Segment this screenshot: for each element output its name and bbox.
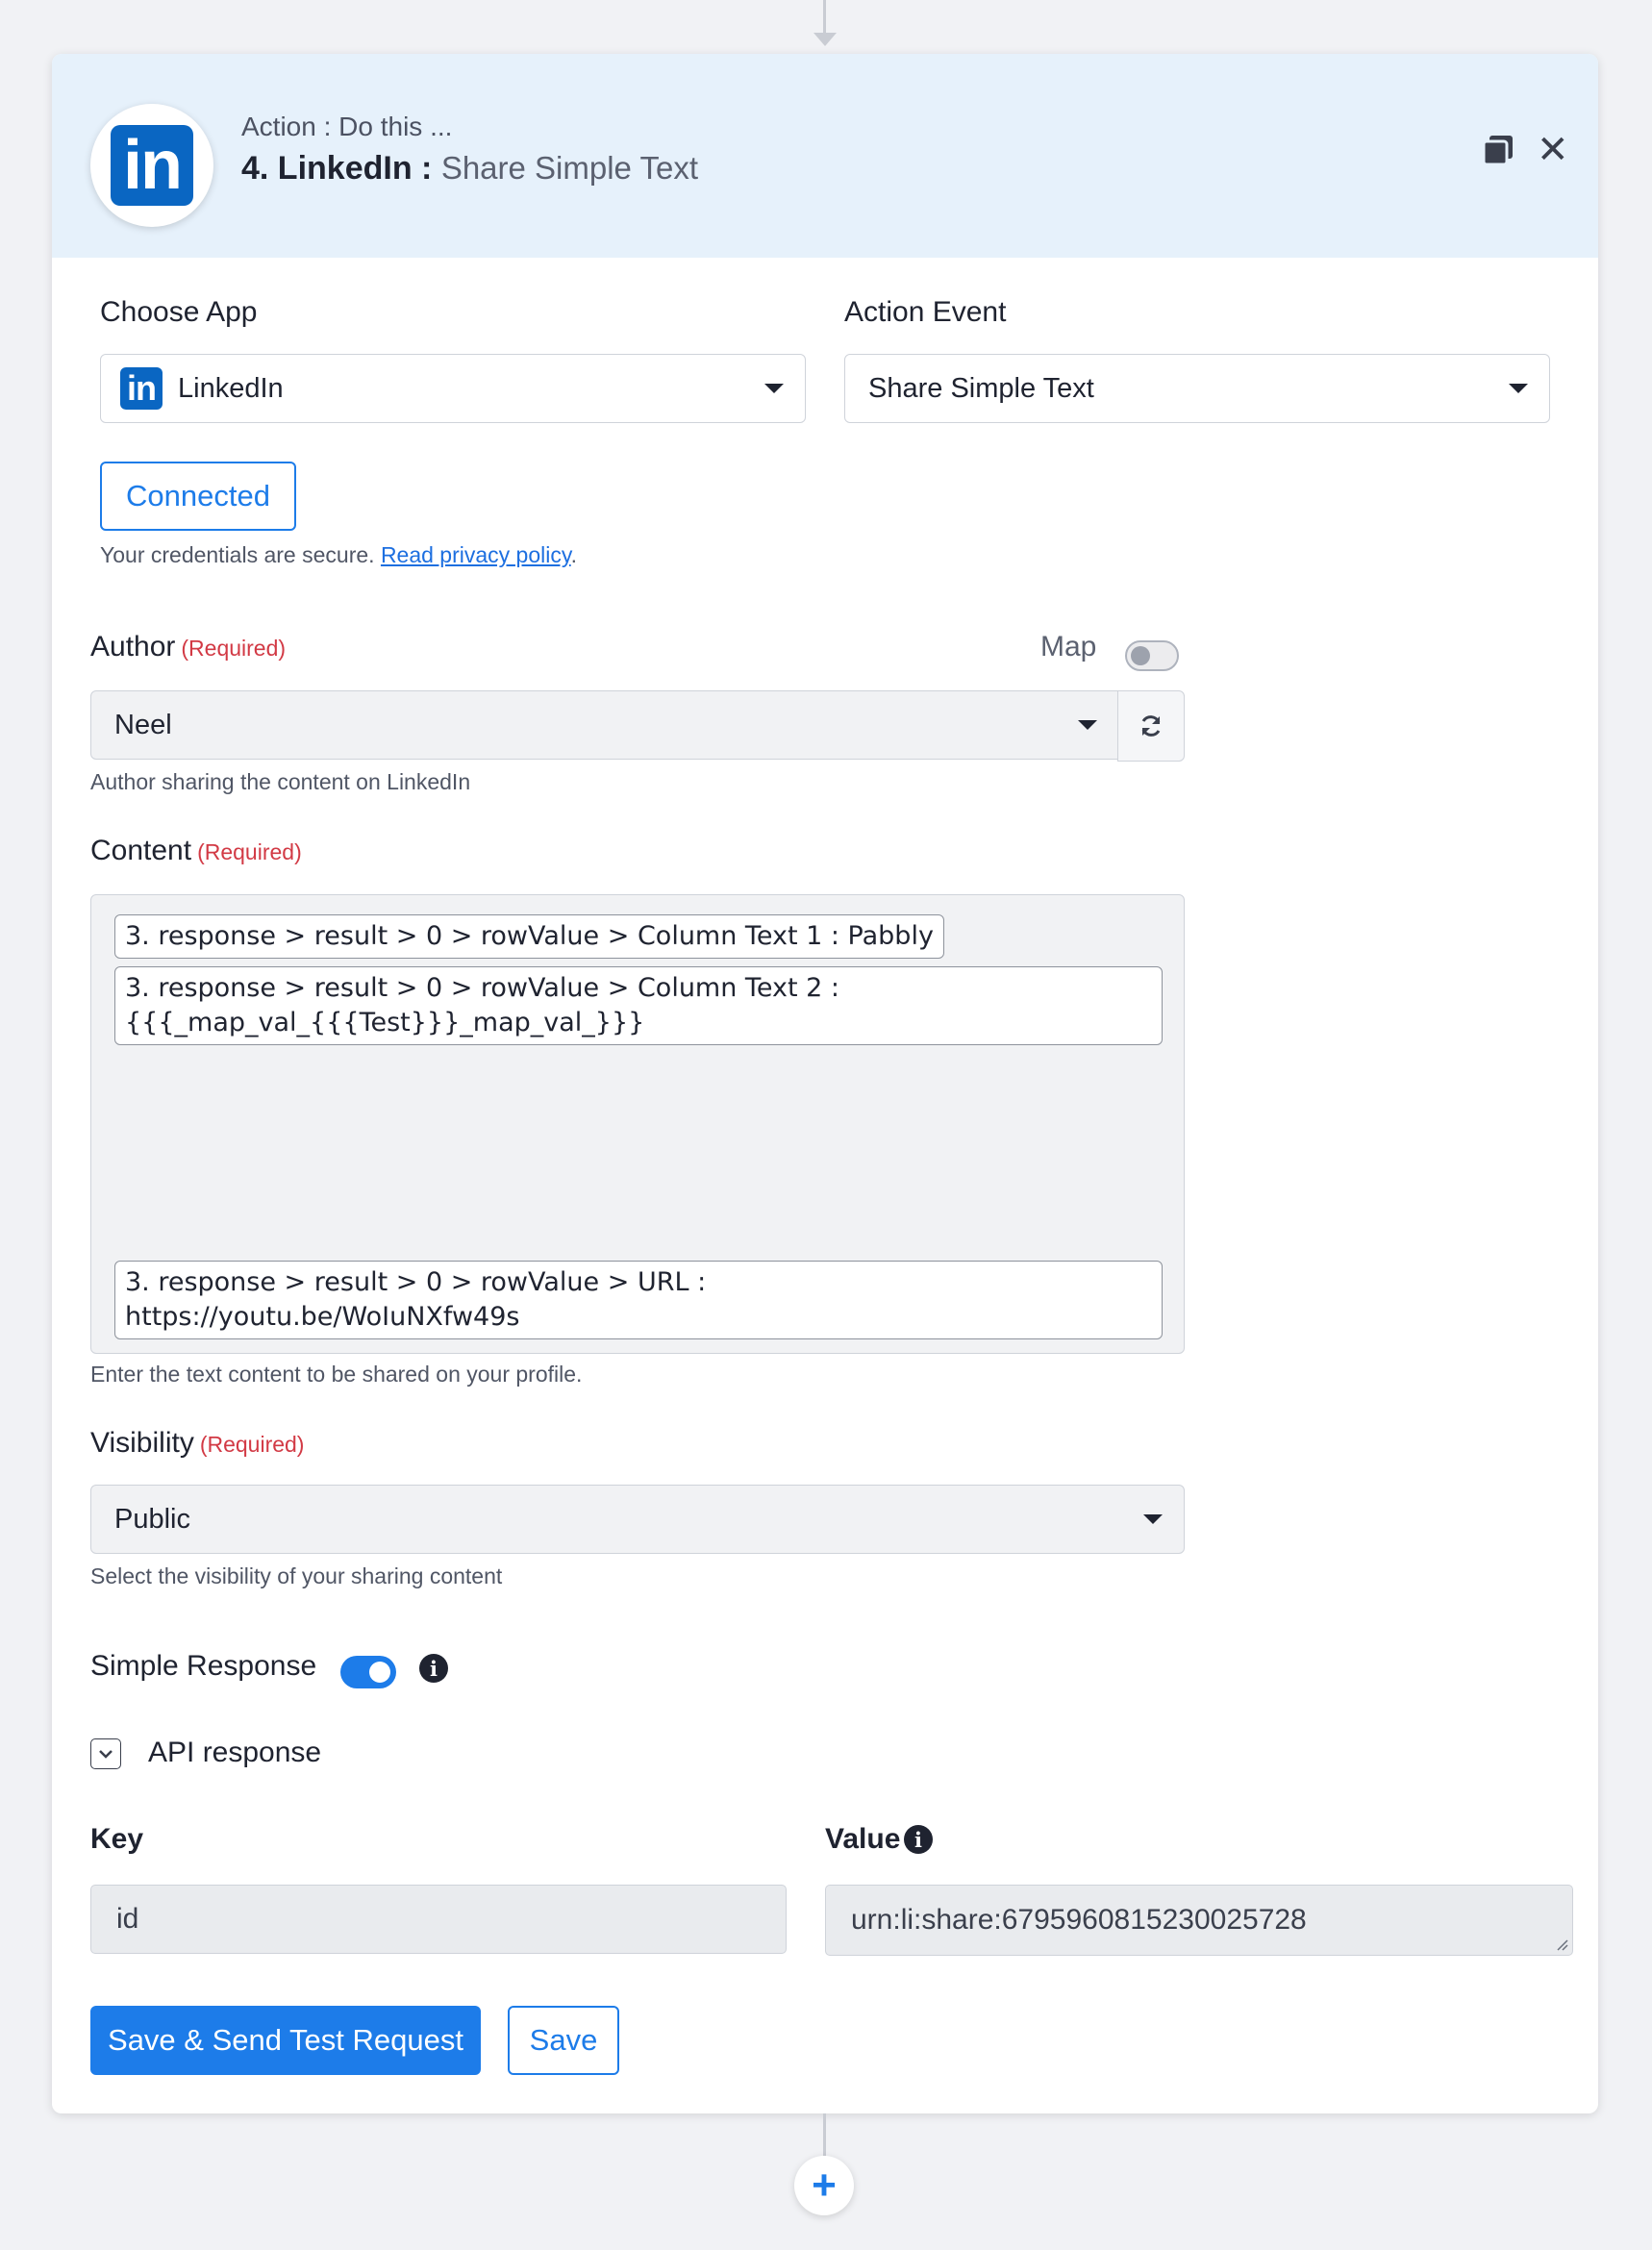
action-step-card: in Action : Do this ... 4. LinkedIn : Sh…: [52, 54, 1598, 2113]
content-label: Content (Required): [90, 835, 302, 867]
visibility-select[interactable]: Public: [90, 1485, 1185, 1554]
action-event-select[interactable]: Share Simple Text: [844, 354, 1550, 423]
refresh-button[interactable]: [1117, 690, 1185, 762]
chevron-down-icon: [1078, 720, 1097, 730]
visibility-value: Public: [114, 1503, 190, 1535]
action-event-label: Action Event: [844, 296, 1007, 328]
author-select[interactable]: Neel: [90, 690, 1119, 760]
step-subtitle: Action : Do this ...: [241, 112, 453, 141]
map-label: Map: [1040, 631, 1097, 662]
connected-button[interactable]: Connected: [100, 462, 296, 531]
visibility-helper: Select the visibility of your sharing co…: [90, 1563, 503, 1588]
choose-app-label: Choose App: [100, 296, 258, 328]
linkedin-app-icon: in: [120, 367, 163, 410]
simple-response-label: Simple Response: [90, 1650, 317, 1682]
info-icon[interactable]: i: [419, 1654, 448, 1683]
resize-handle-icon[interactable]: [1555, 1938, 1568, 1951]
step-event-name: Share Simple Text: [440, 150, 699, 186]
save-button[interactable]: Save: [508, 2006, 619, 2075]
toggle-knob: [369, 1662, 390, 1683]
chevron-down-icon: [764, 384, 784, 393]
content-helper: Enter the text content to be shared on y…: [90, 1362, 583, 1387]
author-label-text: Author: [90, 631, 176, 662]
author-label: Author (Required): [90, 631, 286, 663]
info-icon[interactable]: i: [904, 1825, 933, 1854]
step-title: 4. LinkedIn : Share Simple Text: [241, 150, 698, 188]
mapped-field-chip[interactable]: 3. response > result > 0 > rowValue > Co…: [114, 966, 1163, 1045]
simple-response-toggle[interactable]: [340, 1656, 396, 1688]
credentials-note: Your credentials are secure. Read privac…: [100, 542, 577, 568]
credentials-period: .: [570, 542, 578, 567]
response-key-field: id: [90, 1885, 787, 1954]
duplicate-icon[interactable]: [1481, 133, 1515, 167]
key-column-header: Key: [90, 1823, 144, 1855]
map-toggle[interactable]: [1125, 640, 1179, 671]
action-event-value: Share Simple Text: [868, 372, 1094, 404]
visibility-required: (Required): [199, 1432, 305, 1457]
visibility-label-text: Visibility: [90, 1427, 194, 1459]
api-response-label: API response: [148, 1737, 322, 1768]
response-value-field: urn:li:share:6795960815230025728: [825, 1885, 1573, 1956]
linkedin-logo-icon: in: [111, 125, 193, 206]
refresh-icon: [1141, 715, 1161, 737]
app-logo: in: [90, 104, 213, 227]
choose-app-value: LinkedIn: [178, 372, 284, 404]
mapped-field-chip[interactable]: 3. response > result > 0 > rowValue > Co…: [114, 914, 944, 959]
save-and-send-test-request-button[interactable]: Save & Send Test Request: [90, 2006, 481, 2075]
author-helper: Author sharing the content on LinkedIn: [90, 769, 471, 794]
author-value: Neel: [114, 709, 172, 740]
mapped-field-chip[interactable]: 3. response > result > 0 > rowValue > UR…: [114, 1261, 1163, 1339]
card-header: in Action : Do this ... 4. LinkedIn : Sh…: [52, 54, 1598, 258]
choose-app-select[interactable]: in LinkedIn: [100, 354, 806, 423]
value-column-header: Value: [825, 1823, 901, 1855]
connector-line-bottom: [823, 2113, 826, 2158]
close-icon[interactable]: ✕: [1537, 131, 1569, 169]
step-number-app: 4. LinkedIn :: [241, 150, 433, 187]
chevron-down-icon: [1143, 1514, 1163, 1524]
privacy-policy-link[interactable]: Read privacy policy: [381, 542, 571, 567]
toggle-knob: [1131, 646, 1150, 665]
content-required: (Required): [197, 839, 302, 864]
api-response-collapse-toggle[interactable]: [90, 1738, 121, 1769]
connector-line-top: [823, 0, 826, 37]
author-required: (Required): [181, 636, 287, 661]
content-label-text: Content: [90, 835, 192, 866]
chevron-down-icon: [1509, 384, 1528, 393]
connector-arrow-icon: [813, 33, 837, 46]
credentials-secure-text: Your credentials are secure.: [100, 542, 375, 567]
response-value-text: urn:li:share:6795960815230025728: [851, 1904, 1307, 1936]
visibility-label: Visibility (Required): [90, 1427, 304, 1460]
chevron-down-icon: [99, 1750, 113, 1759]
add-step-button[interactable]: +: [794, 2156, 854, 2215]
content-editor[interactable]: 3. response > result > 0 > rowValue > Co…: [90, 894, 1185, 1354]
